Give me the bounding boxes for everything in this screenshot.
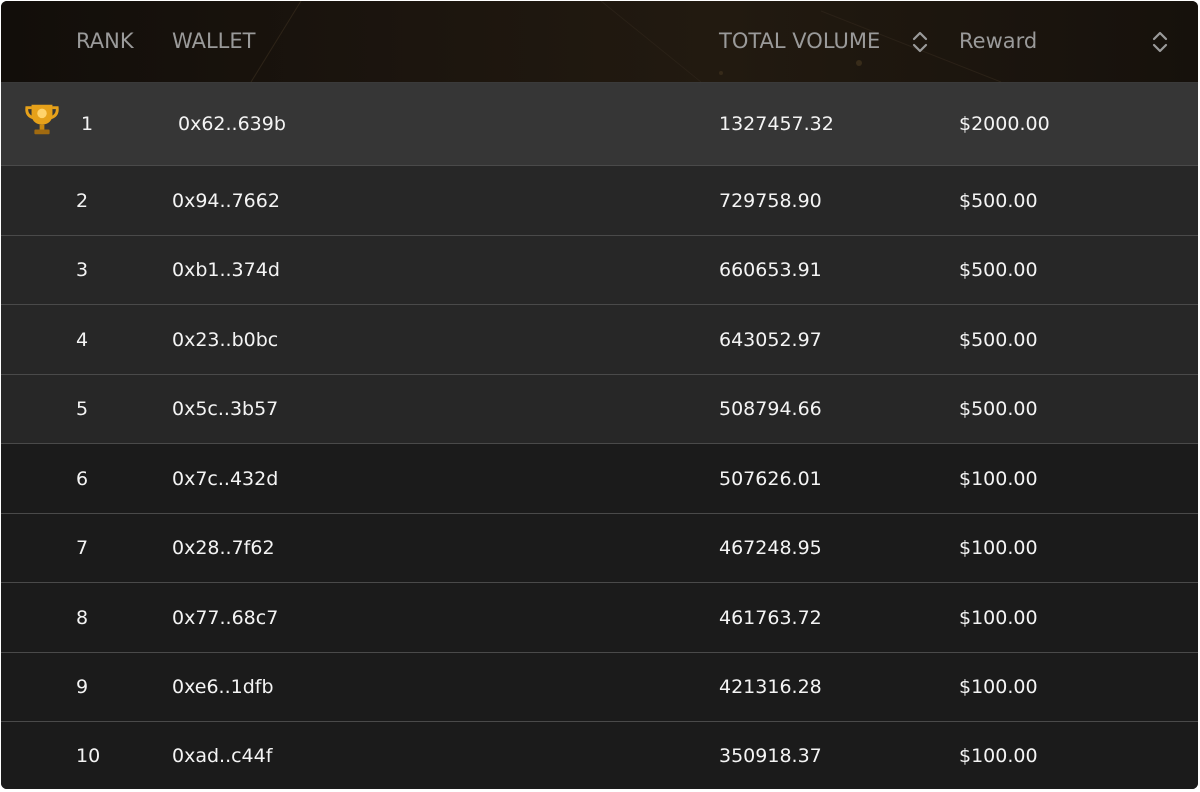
table-row: 1 0x62..639b 1327457.32 $2000.00 [1,83,1198,166]
wallet-cell: 0x28..7f62 [172,537,275,559]
reward-cell: $100.00 [959,606,1038,629]
rank-cell: 7 [76,537,89,559]
rank-column-header: RANK [76,29,134,53]
volume-cell: 1327457.32 [719,113,834,135]
volume-cell: 467248.95 [719,537,822,559]
reward-cell: $500.00 [959,398,1038,420]
reward-cell: $500.00 [959,189,1038,212]
rank-cell: 6 [76,467,89,490]
table-row: 3 0xb1..374d 660653.91 $500.00 [1,236,1198,305]
rank-cell: 9 [76,676,89,698]
rank-cell: 1 [81,113,94,135]
volume-cell: 643052.97 [719,328,822,351]
table-row: 10 0xad..c44f 350918.37 $100.00 [1,722,1198,789]
rank-cell: 2 [76,189,89,212]
table-row: 8 0x77..68c7 461763.72 $100.00 [1,583,1198,653]
rank-cell: 8 [76,606,89,629]
reward-cell: $500.00 [959,259,1038,281]
table-row: 4 0x23..b0bc 643052.97 $500.00 [1,305,1198,375]
wallet-cell: 0x62..639b [178,113,286,135]
wallet-cell: 0x23..b0bc [172,328,279,351]
reward-column-header[interactable]: Reward [959,1,1037,82]
wallet-column-header: WALLET [172,29,256,53]
table-row: 2 0x94..7662 729758.90 $500.00 [1,166,1198,236]
sort-updown-icon[interactable] [911,29,929,55]
wallet-cell: 0x94..7662 [172,189,280,212]
volume-cell: 729758.90 [719,189,822,212]
rank-cell: 3 [76,259,89,281]
reward-cell: $100.00 [959,676,1038,698]
table-header: RANK WALLET TOTAL VOLUME Reward [1,1,1198,83]
reward-cell: $500.00 [959,328,1038,351]
table-row: 9 0xe6..1dfb 421316.28 $100.00 [1,653,1198,722]
sort-updown-icon[interactable] [1151,29,1169,55]
volume-cell: 660653.91 [719,259,822,281]
volume-cell: 461763.72 [719,606,822,629]
table-row: 5 0x5c..3b57 508794.66 $500.00 [1,375,1198,444]
volume-cell: 508794.66 [719,398,822,420]
wallet-cell: 0xe6..1dfb [172,676,274,698]
trophy-icon [25,104,59,135]
table-row: 6 0x7c..432d 507626.01 $100.00 [1,444,1198,514]
volume-cell: 507626.01 [719,467,822,490]
reward-cell: $100.00 [959,744,1038,767]
wallet-cell: 0x5c..3b57 [172,398,279,420]
wallet-cell: 0xad..c44f [172,744,273,767]
volume-cell: 350918.37 [719,744,822,767]
total-volume-column-header[interactable]: TOTAL VOLUME [719,1,880,82]
table-row: 7 0x28..7f62 467248.95 $100.00 [1,514,1198,583]
wallet-cell: 0x7c..432d [172,467,279,490]
reward-cell: $2000.00 [959,113,1050,135]
reward-cell: $100.00 [959,537,1038,559]
wallet-cell: 0xb1..374d [172,259,280,281]
reward-cell: $100.00 [959,467,1038,490]
rank-cell: 4 [76,328,89,351]
leaderboard-table: RANK WALLET TOTAL VOLUME Reward 1 0x62..… [1,1,1198,789]
rank-cell: 10 [76,744,101,767]
wallet-cell: 0x77..68c7 [172,606,279,629]
volume-cell: 421316.28 [719,676,822,698]
rank-cell: 5 [76,398,89,420]
